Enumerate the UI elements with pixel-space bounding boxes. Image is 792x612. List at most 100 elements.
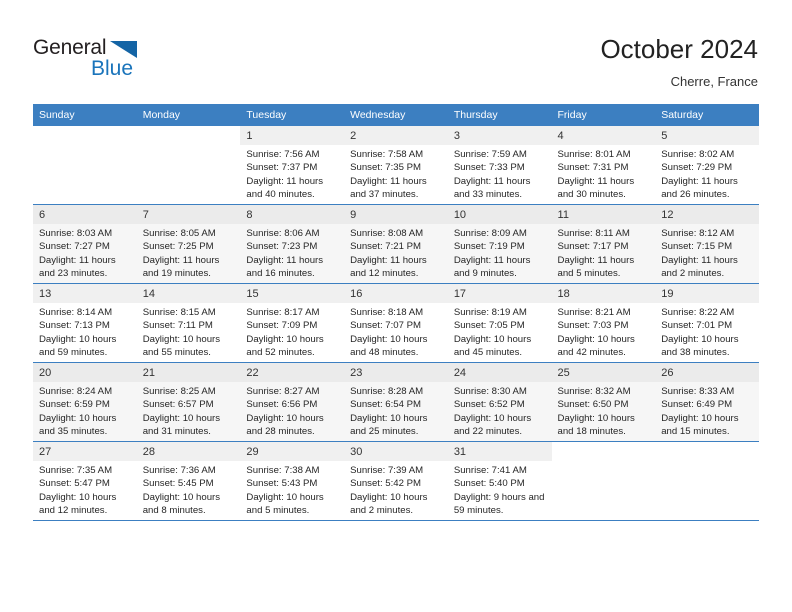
day-cell-inner: 16 Sunrise: 8:18 AM Sunset: 7:07 PM Dayligh… (344, 284, 448, 362)
sunrise-text: Sunrise: 8:25 AM (142, 386, 216, 397)
calendar-day-cell[interactable]: 4 Sunrise: 8:01 AM Sunset: 7:31 PM Daylight… (551, 126, 656, 205)
sunset-text: Sunset: 7:03 PM (557, 320, 629, 332)
calendar-day-cell[interactable]: 18 Sunrise: 8:21 AM Sunset: 7:03 PM Dayligh… (551, 283, 656, 363)
day-cell-inner (137, 126, 241, 204)
day-cell-inner (33, 126, 137, 204)
day-number: 19 (655, 284, 759, 303)
day-number: 6 (33, 205, 137, 224)
calendar-day-cell[interactable]: 9 Sunrise: 8:08 AM Sunset: 7:21 PM Daylight… (344, 204, 448, 284)
calendar-day-cell[interactable]: 16 Sunrise: 8:18 AM Sunset: 7:07 PM Dayligh… (344, 283, 448, 363)
daylight-text: Daylight: 10 hours and 8 minutes. (142, 491, 221, 517)
day-details: Sunrise: 8:17 AM Sunset: 7:09 PM Daylight:… (240, 303, 344, 360)
day-details: Sunrise: 8:06 AM Sunset: 7:23 PM Daylight:… (240, 224, 344, 281)
day-cell-inner: 29 Sunrise: 7:38 AM Sunset: 5:43 PM Dayligh… (240, 442, 345, 520)
sunset-text: Sunset: 7:11 PM (142, 320, 213, 332)
day-cell-inner: 24 Sunrise: 8:30 AM Sunset: 6:52 PM Dayligh… (447, 363, 552, 441)
weekday-header-friday: Friday (551, 104, 656, 126)
daylight-text: Daylight: 11 hours and 33 minutes. (453, 175, 531, 201)
calendar-day-cell[interactable]: 23 Sunrise: 8:28 AM Sunset: 6:54 PM Dayligh… (344, 362, 448, 442)
calendar-day-cell[interactable]: 5 Sunrise: 8:02 AM Sunset: 7:29 PM Daylight… (655, 126, 759, 205)
day-details: Sunrise: 8:14 AM Sunset: 7:13 PM Daylight:… (33, 303, 137, 360)
calendar-day-cell[interactable]: 11 Sunrise: 8:11 AM Sunset: 7:17 PM Dayligh… (551, 204, 656, 284)
calendar-day-cell[interactable]: 25 Sunrise: 8:32 AM Sunset: 6:50 PM Dayligh… (551, 362, 656, 442)
calendar-week-row: 20 Sunrise: 8:24 AM Sunset: 6:59 PM Dayligh… (33, 362, 759, 442)
general-blue-logo[interactable]: General Blue (33, 36, 293, 92)
day-details: Sunrise: 8:09 AM Sunset: 7:19 PM Daylight:… (448, 224, 552, 281)
calendar-day-cell[interactable]: 10 Sunrise: 8:09 AM Sunset: 7:19 PM Dayligh… (447, 204, 552, 284)
day-number: 1 (240, 126, 345, 145)
day-cell-inner: 18 Sunrise: 8:21 AM Sunset: 7:03 PM Dayligh… (551, 284, 656, 362)
day-number: 30 (344, 442, 448, 461)
day-cell-inner: 19 Sunrise: 8:22 AM Sunset: 7:01 PM Dayligh… (655, 284, 759, 362)
calendar-day-cell[interactable]: 31 Sunrise: 7:41 AM Sunset: 5:40 PM Dayligh… (447, 441, 552, 521)
calendar-day-cell[interactable]: 15 Sunrise: 8:17 AM Sunset: 7:09 PM Dayligh… (240, 283, 345, 363)
sunrise-text: Sunrise: 8:11 AM (557, 228, 630, 239)
sunrise-text: Sunrise: 8:02 AM (661, 149, 735, 160)
day-number: 23 (344, 363, 448, 382)
calendar-day-cell[interactable]: 21 Sunrise: 8:25 AM Sunset: 6:57 PM Dayligh… (136, 362, 241, 442)
sunset-text: Sunset: 7:33 PM (453, 162, 525, 174)
day-number: 10 (447, 205, 552, 224)
calendar-day-cell[interactable]: 17 Sunrise: 8:19 AM Sunset: 7:05 PM Dayligh… (447, 283, 552, 363)
calendar-header-row-group: Sunday Monday Tuesday Wednesday Thursday… (33, 104, 759, 126)
calendar-day-cell[interactable]: 19 Sunrise: 8:22 AM Sunset: 7:01 PM Dayligh… (655, 283, 759, 363)
sunrise-text: Sunrise: 7:41 AM (453, 465, 527, 476)
day-cell-inner: 26 Sunrise: 8:33 AM Sunset: 6:49 PM Dayligh… (655, 363, 759, 441)
sunrise-text: Sunrise: 8:05 AM (142, 228, 216, 239)
calendar-day-cell[interactable]: 1 Sunrise: 7:56 AM Sunset: 7:37 PM Daylight… (240, 126, 345, 205)
day-details: Sunrise: 8:19 AM Sunset: 7:05 PM Daylight:… (448, 303, 552, 360)
sunrise-text: Sunrise: 8:12 AM (661, 228, 735, 239)
page-title: October 2024 (600, 34, 758, 64)
sunset-text: Sunset: 5:42 PM (350, 478, 422, 490)
calendar-day-cell[interactable]: 24 Sunrise: 8:30 AM Sunset: 6:52 PM Dayligh… (447, 362, 552, 442)
calendar-day-cell[interactable]: 28 Sunrise: 7:36 AM Sunset: 5:45 PM Dayligh… (136, 441, 241, 521)
calendar-day-cell[interactable]: 7 Sunrise: 8:05 AM Sunset: 7:25 PM Daylight… (136, 204, 241, 284)
calendar-day-cell[interactable]: 27 Sunrise: 7:35 AM Sunset: 5:47 PM Dayligh… (33, 441, 137, 521)
day-details: Sunrise: 8:24 AM Sunset: 6:59 PM Daylight:… (33, 382, 137, 439)
day-details: Sunrise: 8:01 AM Sunset: 7:31 PM Daylight:… (552, 145, 656, 202)
daylight-text: Daylight: 10 hours and 59 minutes. (39, 333, 117, 359)
day-cell-inner: 5 Sunrise: 8:02 AM Sunset: 7:29 PM Daylight… (655, 126, 759, 204)
day-cell-inner: 27 Sunrise: 7:35 AM Sunset: 5:47 PM Dayligh… (33, 442, 137, 520)
sunset-text: Sunset: 7:09 PM (246, 320, 318, 332)
calendar-day-cell[interactable]: 3 Sunrise: 7:59 AM Sunset: 7:33 PM Daylight… (447, 126, 552, 205)
sunrise-text: Sunrise: 8:18 AM (350, 307, 424, 318)
day-details: Sunrise: 7:35 AM Sunset: 5:47 PM Daylight:… (33, 461, 137, 518)
day-details: Sunrise: 8:30 AM Sunset: 6:52 PM Daylight:… (448, 382, 552, 439)
day-details: Sunrise: 8:27 AM Sunset: 6:56 PM Daylight:… (240, 382, 344, 439)
calendar-day-cell[interactable]: 26 Sunrise: 8:33 AM Sunset: 6:49 PM Dayligh… (655, 362, 759, 442)
calendar-day-cell[interactable]: 13 Sunrise: 8:14 AM Sunset: 7:13 PM Dayligh… (33, 283, 137, 363)
day-number: 12 (655, 205, 759, 224)
sunset-text: Sunset: 7:35 PM (350, 162, 422, 174)
weekday-header-row: Sunday Monday Tuesday Wednesday Thursday… (33, 104, 759, 126)
sunrise-text: Sunrise: 8:17 AM (246, 307, 320, 318)
daylight-text: Daylight: 10 hours and 35 minutes. (39, 412, 117, 438)
day-number: 26 (655, 363, 759, 382)
day-details: Sunrise: 7:36 AM Sunset: 5:45 PM Daylight:… (137, 461, 241, 518)
calendar-day-cell[interactable]: 20 Sunrise: 8:24 AM Sunset: 6:59 PM Dayligh… (33, 362, 137, 442)
calendar-day-cell[interactable]: 22 Sunrise: 8:27 AM Sunset: 6:56 PM Dayligh… (240, 362, 345, 442)
daylight-text: Daylight: 11 hours and 19 minutes. (142, 254, 220, 280)
day-cell-inner: 1 Sunrise: 7:56 AM Sunset: 7:37 PM Daylight… (240, 126, 345, 204)
day-cell-inner: 25 Sunrise: 8:32 AM Sunset: 6:50 PM Dayligh… (551, 363, 656, 441)
day-details: Sunrise: 7:56 AM Sunset: 7:37 PM Daylight:… (240, 145, 344, 202)
calendar-day-cell[interactable]: 2 Sunrise: 7:58 AM Sunset: 7:35 PM Daylight… (344, 126, 448, 205)
sunrise-text: Sunrise: 8:14 AM (39, 307, 113, 318)
sunset-text: Sunset: 5:43 PM (246, 478, 318, 490)
calendar-day-cell[interactable]: 6 Sunrise: 8:03 AM Sunset: 7:27 PM Daylight… (33, 204, 137, 284)
sunrise-text: Sunrise: 8:32 AM (557, 386, 631, 397)
sunset-text: Sunset: 7:29 PM (661, 162, 733, 174)
calendar-day-cell[interactable]: 12 Sunrise: 8:12 AM Sunset: 7:15 PM Dayligh… (655, 204, 759, 284)
sunrise-text: Sunrise: 8:22 AM (661, 307, 735, 318)
calendar-day-cell[interactable]: 30 Sunrise: 7:39 AM Sunset: 5:42 PM Dayligh… (344, 441, 448, 521)
page-header: General Blue October 2024 Cherre, France (0, 0, 792, 104)
calendar-day-cell[interactable]: 29 Sunrise: 7:38 AM Sunset: 5:43 PM Dayligh… (240, 441, 345, 521)
day-number: 9 (344, 205, 448, 224)
sunset-text: Sunset: 7:15 PM (661, 241, 733, 253)
day-number: 16 (344, 284, 448, 303)
weekday-header-sunday: Sunday (33, 104, 137, 126)
calendar-day-cell[interactable]: 14 Sunrise: 8:15 AM Sunset: 7:11 PM Dayligh… (136, 283, 241, 363)
sunrise-text: Sunrise: 8:03 AM (39, 228, 113, 239)
sunrise-text: Sunrise: 7:39 AM (350, 465, 424, 476)
calendar-day-cell[interactable]: 8 Sunrise: 8:06 AM Sunset: 7:23 PM Daylight… (240, 204, 345, 284)
